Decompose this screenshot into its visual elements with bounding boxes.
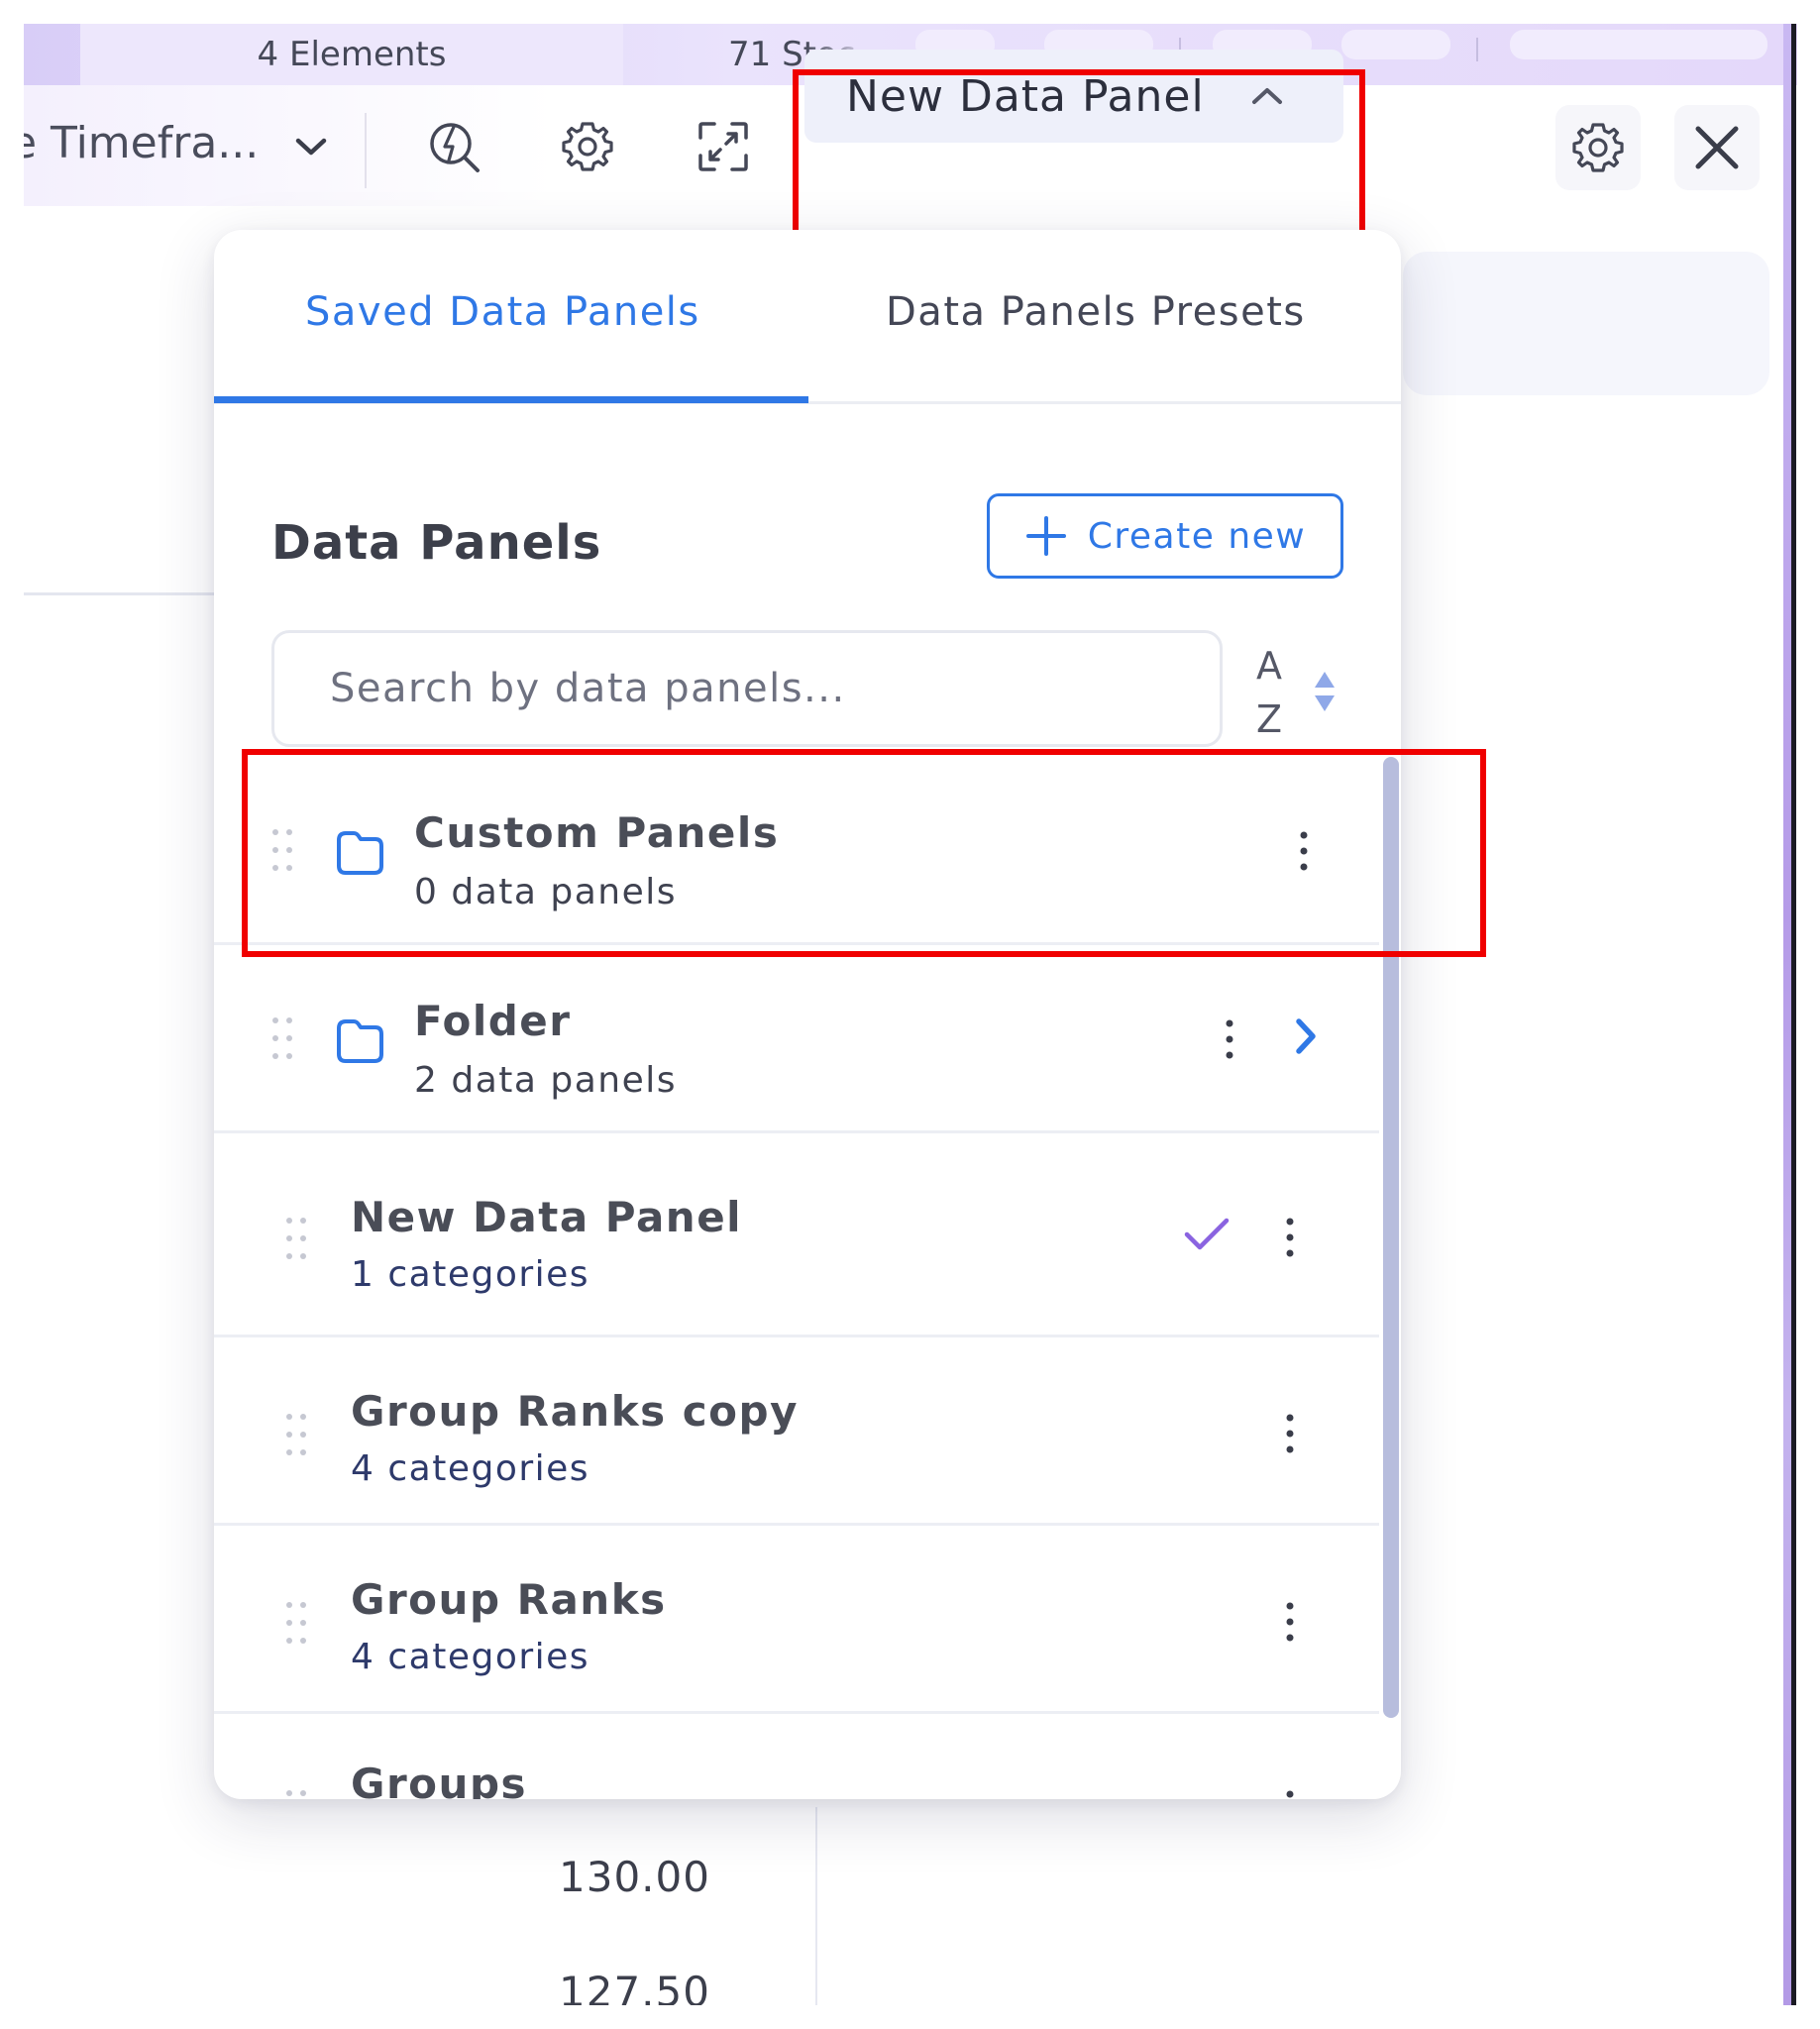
tab-elements[interactable]: 4 Elements	[80, 24, 623, 85]
drag-handle-icon[interactable]	[285, 1217, 307, 1260]
sort-letter-a: A	[1256, 644, 1282, 688]
price-axis-label: 127.50	[559, 1968, 710, 2005]
sort-letter-z: Z	[1256, 697, 1283, 741]
alert-search-icon[interactable]	[422, 115, 485, 178]
data-panel-title: New Data Panel	[351, 1193, 743, 1241]
data-panel-title: Group Ranks copy	[351, 1387, 799, 1436]
create-new-label: Create new	[1087, 515, 1307, 557]
data-panel-row[interactable]: New Data Panel 1 categories	[214, 1133, 1379, 1337]
drag-handle-icon[interactable]	[285, 1601, 307, 1645]
data-panel-count: 4 categories	[351, 1448, 590, 1489]
dropdown-tabs: Saved Data Panels Data Panels Presets	[214, 230, 1401, 404]
highlight-box	[793, 69, 1365, 248]
close-icon[interactable]	[1674, 105, 1760, 190]
kebab-menu-icon[interactable]	[1180, 985, 1279, 1094]
kebab-menu-icon[interactable]	[1240, 1567, 1339, 1676]
tab-separator	[1476, 38, 1478, 61]
tab-saved-data-panels[interactable]: Saved Data Panels	[305, 289, 700, 335]
kebab-menu-icon[interactable]	[1240, 1756, 1339, 1799]
kebab-menu-icon[interactable]	[1240, 1183, 1339, 1292]
chevron-right-icon[interactable]	[1294, 1016, 1318, 1056]
gear-icon[interactable]	[556, 115, 619, 178]
chevron-down-icon	[294, 118, 328, 168]
tab-data-panels-presets[interactable]: Data Panels Presets	[886, 289, 1306, 335]
data-panel-count: 4 categories	[351, 1637, 590, 1677]
drag-handle-icon[interactable]	[271, 1016, 293, 1060]
section-heading: Data Panels	[271, 515, 602, 571]
fullscreen-icon[interactable]	[692, 115, 755, 178]
active-tab-indicator	[214, 396, 808, 403]
data-panel-row[interactable]: Groups	[214, 1714, 1379, 1799]
toolbar-divider	[365, 113, 367, 188]
create-new-button[interactable]: Create new	[987, 493, 1343, 579]
data-panel-row[interactable]: Group Ranks copy 4 categories	[214, 1337, 1379, 1526]
data-panels-dropdown: Saved Data Panels Data Panels Presets Da…	[214, 230, 1401, 1799]
data-panel-row[interactable]: Group Ranks 4 categories	[214, 1526, 1379, 1714]
sort-az-toggle[interactable]: A Z	[1256, 640, 1355, 751]
window-edge	[1791, 24, 1796, 2005]
folder-row[interactable]: Folder 2 data panels	[214, 945, 1379, 1133]
search-input[interactable]	[330, 666, 1202, 711]
gear-icon[interactable]	[1555, 105, 1641, 190]
search-field[interactable]	[271, 630, 1223, 747]
data-panel-title: Group Ranks	[351, 1575, 667, 1624]
data-panel-count: 1 categories	[351, 1254, 590, 1295]
chart-gridline	[24, 592, 232, 595]
timeframe-label: e Timefra...	[24, 117, 260, 168]
highlight-box	[242, 749, 1486, 957]
chart-gridline	[815, 1807, 817, 2005]
folder-title: Folder	[414, 997, 572, 1045]
timeframe-dropdown[interactable]: e Timefra...	[24, 111, 328, 174]
drag-handle-icon[interactable]	[285, 1413, 307, 1456]
price-axis-label: 130.00	[559, 1853, 710, 1901]
plus-icon	[1025, 516, 1066, 556]
tab-placeholder[interactable]	[1341, 30, 1450, 59]
kebab-menu-icon[interactable]	[1240, 1379, 1339, 1488]
data-panel-title: Groups	[351, 1760, 528, 1799]
folder-count: 2 data panels	[414, 1060, 678, 1101]
background-panel	[1403, 252, 1769, 395]
tab-label: 4 Elements	[257, 35, 447, 74]
drag-handle-icon[interactable]	[285, 1789, 307, 1799]
tab-placeholder[interactable]	[1510, 30, 1767, 59]
sort-az-icon	[1315, 672, 1335, 711]
folder-icon	[337, 1019, 383, 1063]
check-icon	[1184, 1218, 1230, 1250]
